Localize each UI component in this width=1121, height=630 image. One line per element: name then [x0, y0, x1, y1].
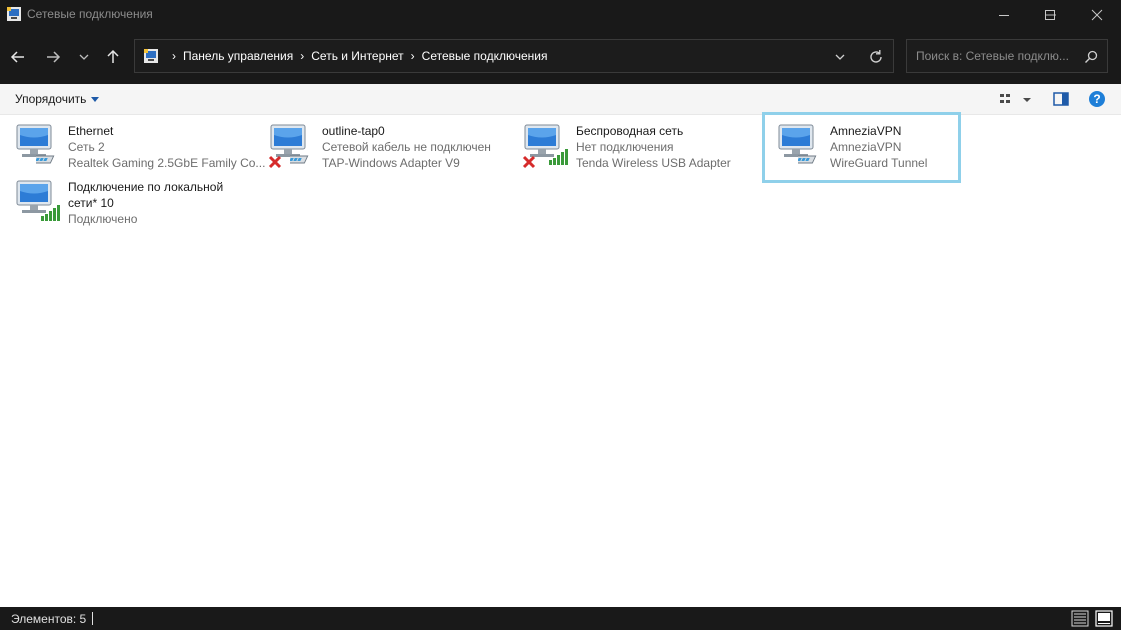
arrow-left-icon [10, 51, 24, 63]
connection-status: AmneziaVPN [830, 140, 902, 154]
item-count: Элементов: 5 [11, 612, 87, 626]
cable-icon [290, 155, 309, 164]
connection-status: Сетевой кабель не подключен [322, 140, 491, 154]
help-icon[interactable]: ? [1088, 90, 1106, 108]
arrow-right-icon [47, 51, 61, 63]
wifi-signal-bars-icon [549, 149, 568, 165]
cable-icon [798, 155, 817, 164]
minimize-icon [999, 15, 1009, 16]
connection-item-amneziavpn[interactable]: AmneziaVPN AmneziaVPN WireGuard Tunnel [762, 112, 961, 183]
breadcrumb-network-connections[interactable]: Сетевые подключения [422, 49, 548, 63]
command-bar: Упорядочить ? [0, 84, 1121, 115]
connection-name: AmneziaVPN [830, 124, 902, 138]
connection-name-line2: сети* 10 [68, 196, 114, 210]
connection-item-local-10[interactable]: Подключение по локальной сети* 10 Подклю… [0, 171, 248, 233]
connection-adapter: Realtek Gaming 2.5GbE Family Co... [68, 156, 266, 170]
window-title: Сетевые подключения [27, 7, 153, 21]
breadcrumb-separator-icon[interactable]: › [172, 49, 176, 63]
address-bar[interactable]: › Панель управления › Сеть и Интернет › … [134, 39, 894, 73]
connection-item-ethernet[interactable]: Ethernet Сеть 2 Realtek Gaming 2.5GbE Fa… [0, 115, 265, 177]
connection-text: outline-tap0 Сетевой кабель не подключен… [322, 123, 491, 171]
connection-status: Подключено [68, 212, 138, 226]
address-history-chevron-icon[interactable] [832, 49, 848, 65]
connection-adapter: WireGuard Tunnel [830, 156, 928, 170]
wifi-signal-bars-icon [41, 205, 60, 221]
connection-text: Ethernet Сеть 2 Realtek Gaming 2.5GbE Fa… [68, 123, 265, 171]
maximize-button[interactable] [1027, 0, 1073, 30]
disconnected-x-icon [522, 155, 536, 169]
recent-locations-button[interactable] [71, 44, 97, 70]
connection-name: Ethernet [68, 124, 114, 138]
connection-text: Подключение по локальной сети* 10 Подклю… [68, 179, 223, 227]
connection-text: AmneziaVPN AmneziaVPN WireGuard Tunnel [830, 123, 927, 171]
cable-icon [36, 155, 55, 164]
connection-status: Сеть 2 [68, 140, 105, 154]
breadcrumb-control-panel[interactable]: Панель управления [183, 49, 293, 63]
search-input[interactable]: Поиск в: Сетевые подклю... [906, 39, 1108, 73]
title-bar: Сетевые подключения [0, 0, 1121, 30]
svg-text:?: ? [1093, 92, 1100, 106]
search-icon [1085, 50, 1098, 63]
chevron-down-icon [79, 54, 89, 60]
disconnected-x-icon [268, 155, 282, 169]
connection-item-wireless[interactable]: Беспроводная сеть Нет подключения Tenda … [508, 115, 756, 177]
organize-label: Упорядочить [15, 92, 87, 106]
search-placeholder: Поиск в: Сетевые подклю... [916, 49, 1069, 63]
breadcrumb-separator-icon[interactable]: › [300, 49, 304, 63]
details-view-icon[interactable] [1071, 610, 1089, 627]
large-icons-view-icon[interactable] [1095, 610, 1113, 627]
caret-down-icon [91, 96, 100, 102]
status-divider [92, 612, 93, 625]
connection-name: outline-tap0 [322, 124, 385, 138]
connection-adapter: Tenda Wireless USB Adapter [576, 156, 731, 170]
breadcrumb-separator-icon[interactable]: › [411, 49, 415, 63]
forward-button[interactable] [40, 44, 66, 70]
network-connections-app-icon [7, 7, 21, 21]
window: Сетевые подключения › Панель управления … [0, 0, 1121, 630]
close-icon [1091, 9, 1103, 21]
change-view-icon[interactable] [999, 92, 1031, 108]
breadcrumb: › Панель управления › Сеть и Интернет › … [165, 49, 547, 63]
connection-adapter: TAP-Windows Adapter V9 [322, 156, 460, 170]
connection-item-outline-tap0[interactable]: outline-tap0 Сетевой кабель не подключен… [254, 115, 502, 177]
connection-status: Нет подключения [576, 140, 674, 154]
close-button[interactable] [1074, 0, 1120, 30]
breadcrumb-network-internet[interactable]: Сеть и Интернет [311, 49, 403, 63]
control-panel-icon [144, 49, 158, 63]
maximize-icon [1045, 10, 1055, 20]
connections-list: Ethernet Сеть 2 Realtek Gaming 2.5GbE Fa… [0, 112, 1121, 607]
status-bar: Элементов: 5 [0, 607, 1121, 630]
refresh-icon[interactable] [866, 47, 886, 67]
preview-pane-icon[interactable] [1053, 92, 1069, 106]
back-button[interactable] [5, 44, 31, 70]
connection-text: Беспроводная сеть Нет подключения Tenda … [576, 123, 731, 171]
arrow-up-icon [107, 49, 119, 63]
connection-name: Беспроводная сеть [576, 124, 684, 138]
connection-name: Подключение по локальной [68, 180, 224, 194]
up-button[interactable] [100, 44, 126, 70]
organize-button[interactable]: Упорядочить [15, 92, 100, 106]
minimize-button-area[interactable] [981, 0, 1027, 30]
